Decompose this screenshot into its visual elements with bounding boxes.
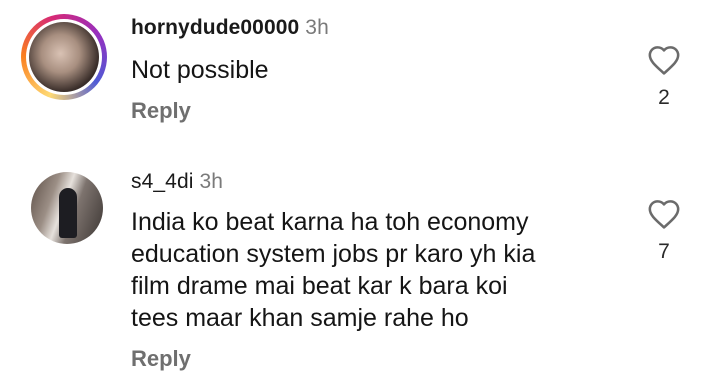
- heart-outline-icon[interactable]: [647, 44, 681, 76]
- comment-text-line: film drame mai beat kar k bara koi: [131, 272, 508, 300]
- username[interactable]: hornydude00000: [131, 16, 299, 39]
- avatar-story-ring[interactable]: [21, 14, 107, 100]
- reply-button[interactable]: Reply: [131, 98, 191, 124]
- reply-button[interactable]: Reply: [131, 346, 191, 372]
- like-control: 2: [644, 44, 684, 110]
- heart-outline-icon[interactable]: [647, 198, 681, 230]
- like-count: 2: [658, 86, 670, 109]
- avatar-figure: [59, 188, 77, 238]
- comment-header: hornydude00000 3h: [131, 16, 329, 40]
- comment-text: Not possible: [131, 54, 631, 86]
- comment-text-line: Not possible: [131, 56, 269, 84]
- comment-text-line: education system jobs pr karo yh kia: [131, 240, 536, 268]
- comment-header: s4_4di 3h: [131, 170, 223, 194]
- comment-text-line: India ko beat karna ha toh economy: [131, 208, 529, 236]
- avatar[interactable]: [31, 172, 103, 244]
- avatar-frame: [26, 19, 102, 95]
- comment-text: India ko beat karna ha toh economy educa…: [131, 206, 631, 334]
- timestamp: 3h: [199, 170, 224, 193]
- timestamp: 3h: [305, 16, 329, 39]
- comment: s4_4di 3h India ko beat karna ha toh econ…: [0, 150, 720, 382]
- like-count: 7: [658, 240, 670, 263]
- comment: hornydude00000 3h Not possible Reply 2: [0, 0, 720, 150]
- username[interactable]: s4_4di: [131, 170, 193, 193]
- comment-text-line: tees maar khan samje rahe ho: [131, 304, 469, 332]
- like-control: 7: [644, 198, 684, 264]
- avatar[interactable]: [29, 22, 99, 92]
